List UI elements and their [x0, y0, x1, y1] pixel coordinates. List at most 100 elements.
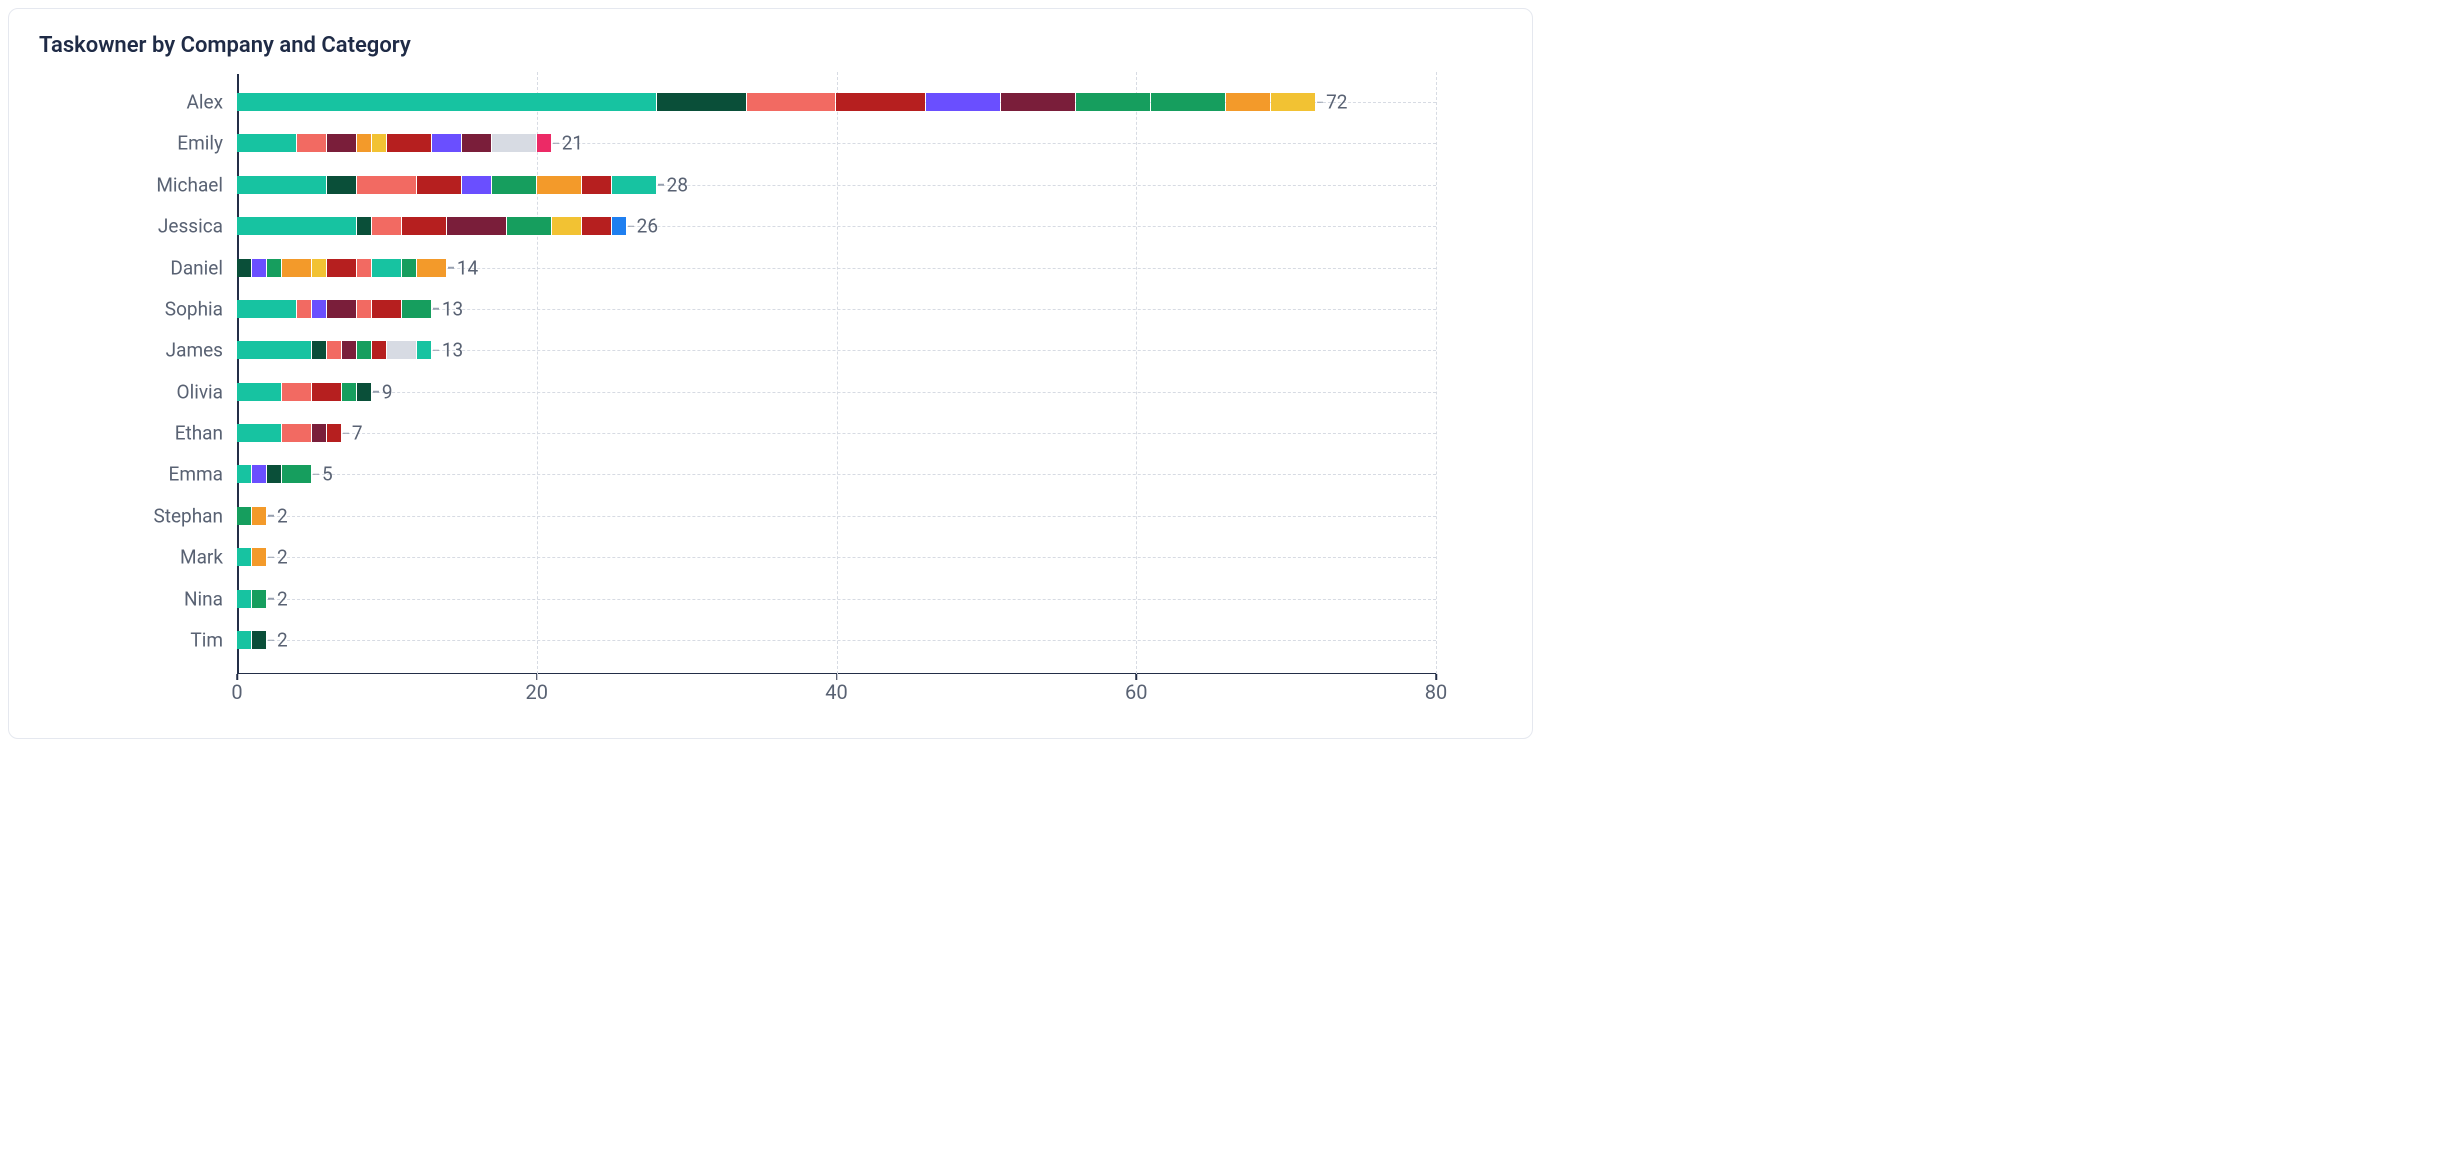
bar-segment[interactable] — [297, 300, 311, 318]
bar-segment[interactable] — [252, 507, 266, 525]
bar-total-label: 13 — [442, 297, 463, 320]
grid-horizontal — [237, 474, 1436, 475]
x-tick-label: 0 — [231, 680, 242, 704]
bar-segment[interactable] — [836, 93, 925, 111]
bar-segment[interactable] — [237, 259, 251, 277]
bar-segment[interactable] — [372, 217, 401, 235]
bar-segment[interactable] — [327, 176, 356, 194]
bar-segment[interactable] — [252, 548, 266, 566]
bar-row — [237, 259, 446, 277]
bar-segment[interactable] — [402, 300, 431, 318]
bar-segment[interactable] — [612, 217, 626, 235]
bar-segment[interactable] — [237, 300, 296, 318]
bar-segment[interactable] — [402, 217, 446, 235]
grid-horizontal — [237, 599, 1436, 600]
bar-segment[interactable] — [357, 176, 416, 194]
bar-segment[interactable] — [657, 93, 746, 111]
bar-segment[interactable] — [267, 465, 281, 483]
bar-segment[interactable] — [237, 590, 251, 608]
bar-row — [237, 217, 626, 235]
bar-row — [237, 631, 266, 649]
bar-segment[interactable] — [432, 134, 461, 152]
bar-segment[interactable] — [612, 176, 656, 194]
bar-segment[interactable] — [327, 259, 356, 277]
bar-segment[interactable] — [552, 217, 581, 235]
bar-segment[interactable] — [357, 134, 371, 152]
bar-total-label: 14 — [457, 256, 478, 279]
bar-segment[interactable] — [237, 93, 656, 111]
bar-segment[interactable] — [462, 176, 491, 194]
bar-segment[interactable] — [747, 93, 836, 111]
bar-segment[interactable] — [387, 341, 416, 359]
bar-segment[interactable] — [312, 424, 326, 442]
bar-row — [237, 424, 341, 442]
bar-segment[interactable] — [237, 383, 281, 401]
bar-segment[interactable] — [237, 176, 326, 194]
bar-segment[interactable] — [387, 134, 431, 152]
bar-segment[interactable] — [282, 383, 311, 401]
bar-segment[interactable] — [327, 341, 341, 359]
bar-segment[interactable] — [417, 176, 461, 194]
bar-segment[interactable] — [507, 217, 551, 235]
bar-segment[interactable] — [327, 424, 341, 442]
bar-segment[interactable] — [252, 631, 266, 649]
bar-segment[interactable] — [357, 217, 371, 235]
bar-segment[interactable] — [327, 300, 356, 318]
bar-total-label: 2 — [277, 504, 288, 527]
bar-segment[interactable] — [582, 217, 611, 235]
bar-segment[interactable] — [312, 259, 326, 277]
bar-segment[interactable] — [537, 176, 581, 194]
bar-segment[interactable] — [357, 259, 371, 277]
bar-segment[interactable] — [237, 548, 251, 566]
bar-segment[interactable] — [372, 134, 386, 152]
bar-segment[interactable] — [237, 341, 311, 359]
bar-segment[interactable] — [1001, 93, 1075, 111]
bar-segment[interactable] — [342, 383, 356, 401]
grid-horizontal — [237, 392, 1436, 393]
bar-segment[interactable] — [237, 424, 281, 442]
bar-segment[interactable] — [402, 259, 416, 277]
bar-segment[interactable] — [282, 424, 311, 442]
bar-segment[interactable] — [312, 300, 326, 318]
bar-segment[interactable] — [372, 300, 401, 318]
bar-segment[interactable] — [492, 176, 536, 194]
bar-segment[interactable] — [237, 465, 251, 483]
bar-segment[interactable] — [252, 590, 266, 608]
bar-segment[interactable] — [582, 176, 611, 194]
bar-segment[interactable] — [492, 134, 536, 152]
bar-segment[interactable] — [237, 507, 251, 525]
bar-segment[interactable] — [237, 134, 296, 152]
bar-segment[interactable] — [1076, 93, 1150, 111]
bar-segment[interactable] — [312, 383, 341, 401]
bar-segment[interactable] — [237, 217, 356, 235]
bar-segment[interactable] — [537, 134, 551, 152]
category-label: Daniel — [170, 256, 223, 279]
bar-segment[interactable] — [1151, 93, 1225, 111]
category-label: Ethan — [175, 422, 223, 445]
category-label: Olivia — [177, 380, 223, 403]
bar-segment[interactable] — [417, 341, 431, 359]
bar-segment[interactable] — [327, 134, 356, 152]
bar-segment[interactable] — [1226, 93, 1270, 111]
bar-segment[interactable] — [357, 383, 371, 401]
bar-segment[interactable] — [237, 631, 251, 649]
bar-segment[interactable] — [297, 134, 326, 152]
bar-segment[interactable] — [372, 341, 386, 359]
bar-total-label: 9 — [382, 380, 393, 403]
bar-segment[interactable] — [267, 259, 281, 277]
bar-segment[interactable] — [372, 259, 401, 277]
bar-segment[interactable] — [357, 341, 371, 359]
bar-segment[interactable] — [462, 134, 491, 152]
bar-segment[interactable] — [282, 259, 311, 277]
bar-segment[interactable] — [252, 259, 266, 277]
bar-segment[interactable] — [447, 217, 506, 235]
bar-segment[interactable] — [282, 465, 311, 483]
bar-segment[interactable] — [357, 300, 371, 318]
bar-segment[interactable] — [417, 259, 446, 277]
bar-segment[interactable] — [312, 341, 326, 359]
x-tick-label: 40 — [825, 680, 847, 704]
bar-segment[interactable] — [1271, 93, 1315, 111]
bar-segment[interactable] — [252, 465, 266, 483]
bar-segment[interactable] — [926, 93, 1000, 111]
bar-segment[interactable] — [342, 341, 356, 359]
